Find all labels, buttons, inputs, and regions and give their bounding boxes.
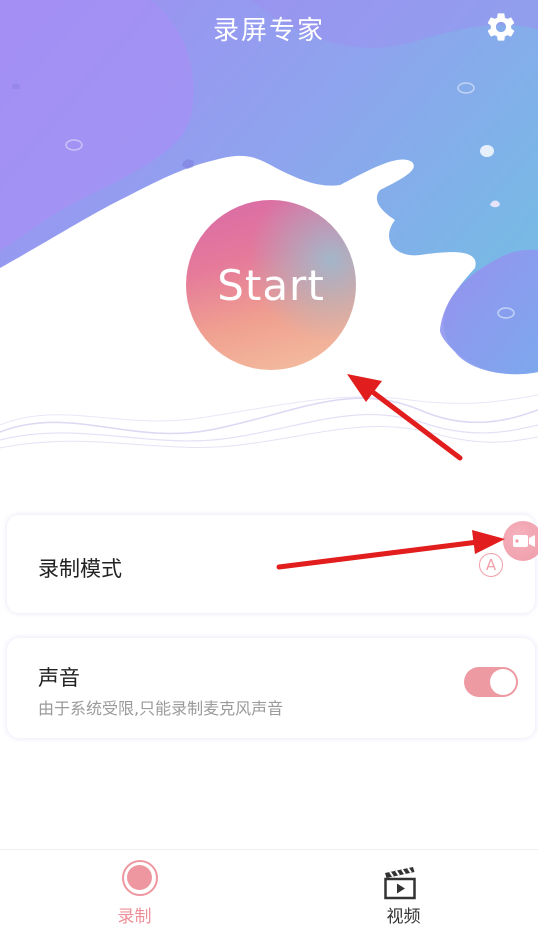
sound-subtitle: 由于系统受限,只能录制麦克风声音 <box>38 699 284 718</box>
record-icon <box>122 860 158 896</box>
mode-badge: A <box>479 553 503 577</box>
bottom-tab-bar: 录制 视频 <box>0 849 538 929</box>
gear-icon[interactable] <box>484 10 518 44</box>
toggle-knob <box>490 669 516 695</box>
app-title: 录屏专家 <box>212 16 325 46</box>
start-label: Start <box>217 260 325 310</box>
camera-icon <box>513 535 535 547</box>
sound-toggle[interactable] <box>464 667 518 697</box>
tab-record[interactable]: 录制 <box>0 850 269 929</box>
tab-video[interactable]: 视频 <box>269 850 538 929</box>
start-button[interactable]: Start <box>186 200 356 370</box>
tab-record-label: 录制 <box>117 907 152 927</box>
app-screen: 录屏专家 Start 录制模式 A 声音 由于系统受限,只能录制麦克风声音 录制 <box>0 0 538 929</box>
sound-title: 声音 <box>38 666 80 690</box>
floating-camera-button[interactable] <box>503 521 538 561</box>
record-mode-card[interactable]: 录制模式 A <box>7 515 535 613</box>
sound-card: 声音 由于系统受限,只能录制麦克风声音 <box>7 638 535 738</box>
tab-video-label: 视频 <box>386 907 421 927</box>
clapperboard-icon <box>384 867 416 900</box>
record-mode-title: 录制模式 <box>38 557 122 581</box>
